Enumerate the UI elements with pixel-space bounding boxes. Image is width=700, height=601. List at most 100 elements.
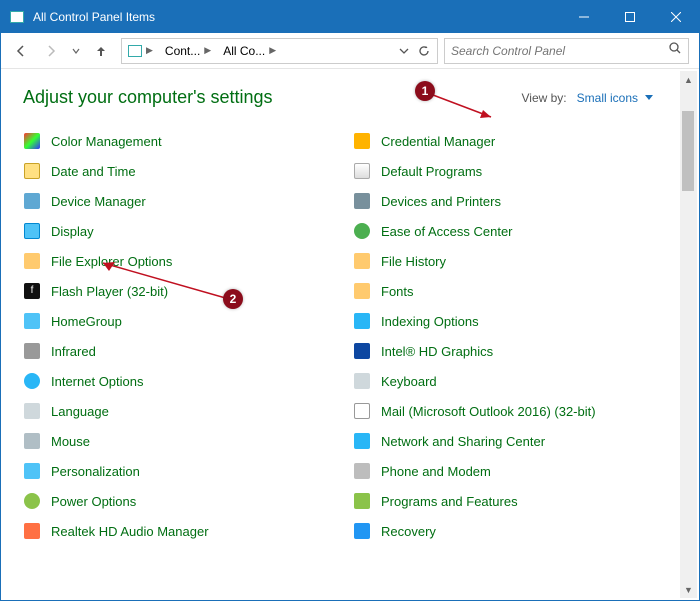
item-link[interactable]: Ease of Access Center (381, 224, 513, 239)
navigation-toolbar: ▶ Cont...▶ All Co...▶ (1, 33, 699, 69)
item-link[interactable]: Color Management (51, 134, 162, 149)
speaker-icon (23, 522, 41, 540)
item-file-explorer-options[interactable]: File Explorer Options (23, 252, 353, 270)
item-date-and-time[interactable]: Date and Time (23, 162, 353, 180)
item-link[interactable]: Realtek HD Audio Manager (51, 524, 209, 539)
item-credential-manager[interactable]: Credential Manager (353, 132, 683, 150)
item-keyboard[interactable]: Keyboard (353, 372, 683, 390)
search-index-icon (353, 312, 371, 330)
network-icon (353, 432, 371, 450)
forward-button[interactable] (37, 37, 65, 65)
item-mail[interactable]: Mail (Microsoft Outlook 2016) (32-bit) (353, 402, 683, 420)
view-by-value: Small icons (577, 91, 638, 105)
item-realtek-audio[interactable]: Realtek HD Audio Manager (23, 522, 353, 540)
item-link[interactable]: File Explorer Options (51, 254, 172, 269)
item-phone-modem[interactable]: Phone and Modem (353, 462, 683, 480)
breadcrumb-all-items[interactable]: All Co...▶ (217, 39, 282, 63)
vertical-scrollbar[interactable]: ▲ ▼ (680, 71, 697, 598)
item-personalization[interactable]: Personalization (23, 462, 353, 480)
address-dropdown-button[interactable] (395, 42, 413, 60)
item-link[interactable]: Devices and Printers (381, 194, 501, 209)
annotation-callout-2: 2 (223, 289, 243, 309)
item-link[interactable]: Credential Manager (381, 134, 495, 149)
infrared-icon (23, 342, 41, 360)
item-link[interactable]: Keyboard (381, 374, 437, 389)
scroll-thumb[interactable] (682, 111, 694, 191)
breadcrumb-control-panel[interactable]: Cont...▶ (159, 39, 217, 63)
item-link[interactable]: Default Programs (381, 164, 482, 179)
window-title: All Control Panel Items (33, 10, 561, 24)
item-link[interactable]: Infrared (51, 344, 96, 359)
item-link[interactable]: Date and Time (51, 164, 136, 179)
keyboard-icon (353, 372, 371, 390)
item-programs-features[interactable]: Programs and Features (353, 492, 683, 510)
page-heading: Adjust your computer's settings (23, 87, 273, 108)
item-link[interactable]: Mail (Microsoft Outlook 2016) (32-bit) (381, 404, 596, 419)
item-indexing-options[interactable]: Indexing Options (353, 312, 683, 330)
item-link[interactable]: Phone and Modem (381, 464, 491, 479)
recovery-icon (353, 522, 371, 540)
back-button[interactable] (7, 37, 35, 65)
item-internet-options[interactable]: Internet Options (23, 372, 353, 390)
item-link[interactable]: Device Manager (51, 194, 146, 209)
item-link[interactable]: HomeGroup (51, 314, 122, 329)
items-column-right: Credential Manager Default Programs Devi… (353, 132, 683, 540)
control-panel-app-icon (9, 9, 25, 25)
up-button[interactable] (87, 37, 115, 65)
annotation-callout-1: 1 (415, 81, 435, 101)
minimize-button[interactable] (561, 1, 607, 33)
phone-icon (353, 462, 371, 480)
item-power-options[interactable]: Power Options (23, 492, 353, 510)
language-icon (23, 402, 41, 420)
item-display[interactable]: Display (23, 222, 353, 240)
item-fonts[interactable]: Fonts (353, 282, 683, 300)
maximize-button[interactable] (607, 1, 653, 33)
item-link[interactable]: Recovery (381, 524, 436, 539)
item-intel-hd-graphics[interactable]: Intel® HD Graphics (353, 342, 683, 360)
item-link[interactable]: Personalization (51, 464, 140, 479)
item-link[interactable]: Programs and Features (381, 494, 518, 509)
item-link[interactable]: Display (51, 224, 94, 239)
search-box[interactable] (444, 38, 689, 64)
refresh-button[interactable] (415, 42, 433, 60)
intel-icon (353, 342, 371, 360)
item-link[interactable]: Intel® HD Graphics (381, 344, 493, 359)
item-link[interactable]: Internet Options (51, 374, 144, 389)
item-flash-player[interactable]: fFlash Player (32-bit) (23, 282, 353, 300)
history-dropdown-button[interactable] (67, 37, 85, 65)
address-breadcrumb[interactable]: ▶ Cont...▶ All Co...▶ (121, 38, 438, 64)
close-button[interactable] (653, 1, 699, 33)
scroll-up-button[interactable]: ▲ (680, 71, 697, 88)
item-network-sharing[interactable]: Network and Sharing Center (353, 432, 683, 450)
breadcrumb-root-icon[interactable]: ▶ (122, 39, 159, 63)
item-color-management[interactable]: Color Management (23, 132, 353, 150)
item-ease-of-access[interactable]: Ease of Access Center (353, 222, 683, 240)
fonts-icon (353, 282, 371, 300)
item-infrared[interactable]: Infrared (23, 342, 353, 360)
item-link[interactable]: Mouse (51, 434, 90, 449)
item-link[interactable]: Power Options (51, 494, 136, 509)
item-file-history[interactable]: File History (353, 252, 683, 270)
item-link[interactable]: Indexing Options (381, 314, 479, 329)
homegroup-icon (23, 312, 41, 330)
device-manager-icon (23, 192, 41, 210)
printer-icon (353, 192, 371, 210)
power-icon (23, 492, 41, 510)
scroll-down-button[interactable]: ▼ (680, 581, 697, 598)
search-icon[interactable] (668, 41, 682, 60)
item-link[interactable]: Network and Sharing Center (381, 434, 545, 449)
item-device-manager[interactable]: Device Manager (23, 192, 353, 210)
search-input[interactable] (451, 44, 668, 58)
item-language[interactable]: Language (23, 402, 353, 420)
item-link[interactable]: Language (51, 404, 109, 419)
item-link[interactable]: Fonts (381, 284, 414, 299)
mail-icon (353, 402, 371, 420)
item-link[interactable]: Flash Player (32-bit) (51, 284, 168, 299)
item-recovery[interactable]: Recovery (353, 522, 683, 540)
item-link[interactable]: File History (381, 254, 446, 269)
view-by-dropdown[interactable]: Small icons (577, 91, 653, 105)
item-devices-and-printers[interactable]: Devices and Printers (353, 192, 683, 210)
item-homegroup[interactable]: HomeGroup (23, 312, 353, 330)
item-mouse[interactable]: Mouse (23, 432, 353, 450)
item-default-programs[interactable]: Default Programs (353, 162, 683, 180)
